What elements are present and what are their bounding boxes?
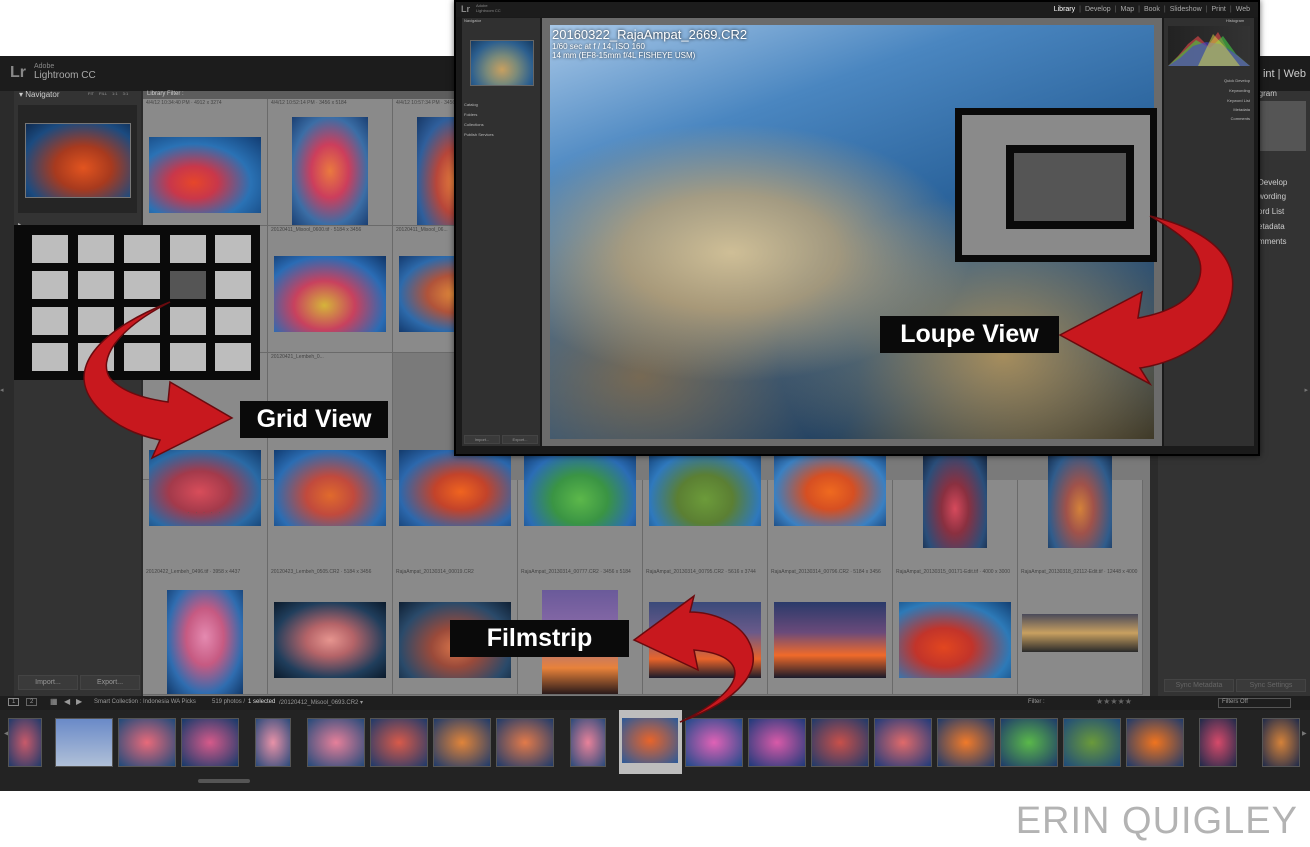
- photographer-watermark: ERIN QUIGLEY: [1015, 800, 1298, 842]
- filmstrip-arrow: [632, 594, 754, 723]
- loupe-view-callout: Loupe View: [880, 316, 1059, 353]
- callout-arrows: [83, 215, 1234, 723]
- grid-view-callout: Grid View: [240, 401, 388, 438]
- grid-view-arrow: [83, 301, 234, 460]
- loupe-view-arrow: [1058, 215, 1234, 387]
- filmstrip-callout: Filmstrip: [450, 620, 629, 657]
